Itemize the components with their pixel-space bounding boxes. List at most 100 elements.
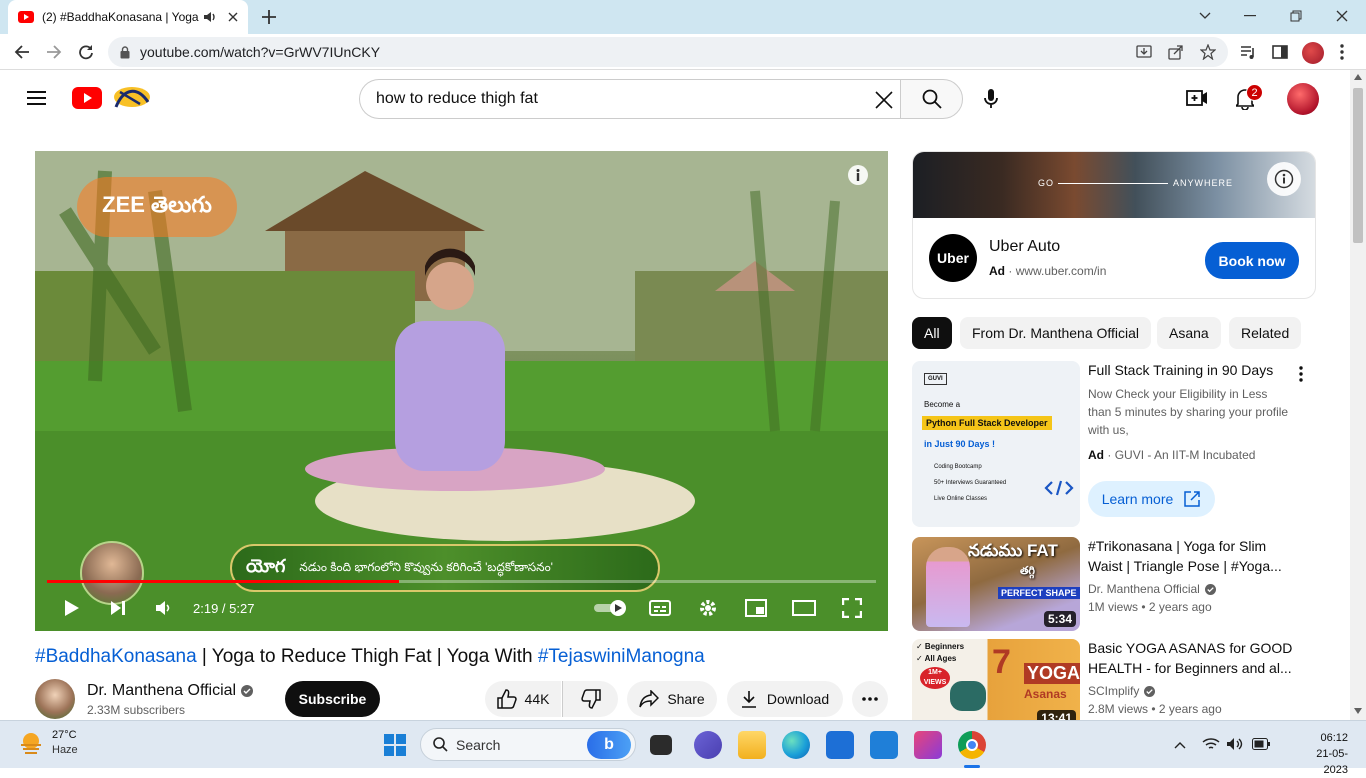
theater-mode-icon[interactable] [791, 597, 817, 619]
companion-ad-card[interactable]: GO ANYWHERE Uber Uber Auto Ad · www.uber… [912, 151, 1316, 299]
channel-avatar[interactable] [35, 679, 75, 719]
task-view-icon[interactable] [650, 735, 672, 755]
close-window-button[interactable] [1330, 6, 1354, 26]
side-panel-icon[interactable] [1272, 44, 1288, 60]
new-tab-button[interactable] [260, 8, 278, 26]
share-page-icon[interactable] [1168, 44, 1184, 60]
video-thumbnail-yoga-asanas[interactable]: ✓ Beginners ✓ All Ages 1M+ VIEWS 7 YOGA … [912, 639, 1080, 720]
install-app-icon[interactable] [1136, 44, 1152, 60]
create-video-icon[interactable] [1186, 90, 1208, 106]
thumb-band-text: PERFECT SHAPE [998, 587, 1080, 599]
thumb-line-become: Become a [924, 400, 961, 409]
clock[interactable]: 06:12 21-05-2023 [1296, 730, 1348, 778]
subscriber-count: 2.33M subscribers [87, 703, 186, 717]
ad-url: www.uber.com/in [1015, 264, 1107, 278]
sponsored-title[interactable]: Full Stack Training in 90 Days [1088, 360, 1288, 380]
restore-button[interactable] [1284, 6, 1308, 26]
thumb-check-all-ages: ✓ All Ages [916, 654, 957, 663]
weather-widget[interactable]: 27°C Haze [18, 728, 78, 758]
ad-banner-line [1058, 183, 1168, 184]
thumb-check-beginners: ✓ Beginners [916, 642, 965, 651]
scroll-down-arrow-icon[interactable] [1354, 708, 1362, 714]
video-info-icon[interactable] [848, 165, 868, 185]
teams-chat-icon[interactable] [694, 731, 722, 759]
edge-browser-icon[interactable] [782, 731, 810, 759]
file-explorer-icon[interactable] [738, 731, 766, 759]
profile-avatar[interactable] [1302, 42, 1324, 64]
voice-search-icon[interactable] [984, 89, 998, 109]
video-player[interactable]: ZEE తెలుగు యోగ నడుం కింది భాగంలోని కొవ్వ… [35, 151, 888, 631]
wifi-icon[interactable] [1202, 737, 1220, 751]
back-icon[interactable] [14, 44, 30, 60]
like-count: 44K [524, 691, 550, 707]
scrollbar-thumb[interactable] [1353, 88, 1363, 243]
forward-icon[interactable] [46, 44, 62, 60]
sponsored-menu-icon[interactable] [1299, 366, 1303, 382]
advertiser-logo-text: Uber [937, 250, 969, 266]
youtube-logo-icon[interactable] [72, 87, 102, 109]
video-thumbnail-trikonasana[interactable]: నడుము FAT తగ్గి PERFECT SHAPE 5:34 [912, 537, 1080, 631]
share-button[interactable]: Share [627, 681, 717, 717]
tab-audio-icon[interactable] [204, 11, 218, 23]
tab-close-icon[interactable] [228, 12, 238, 22]
start-button[interactable] [384, 734, 406, 756]
search-button[interactable] [900, 79, 963, 119]
rec-channel-yoga-asanas[interactable]: SCImplify [1088, 682, 1156, 700]
browser-tab[interactable]: (2) #BaddhaKonasana | Yoga [8, 0, 248, 34]
hashtag-baddhakonasana[interactable]: #BaddhaKonasana [35, 646, 197, 667]
miniplayer-icon[interactable] [744, 597, 768, 619]
sponsored-thumbnail[interactable]: GUVI Become a Python Full Stack Develope… [912, 361, 1080, 527]
progress-bar[interactable] [47, 580, 876, 583]
store-icon[interactable] [826, 731, 854, 759]
youtube-doodle-icon[interactable] [110, 82, 154, 112]
guide-menu-icon[interactable] [27, 90, 46, 106]
rec-dot: • [1141, 600, 1149, 614]
learn-more-button[interactable]: Learn more [1088, 481, 1215, 517]
media-control-icon[interactable] [1240, 44, 1256, 60]
chip-all[interactable]: All [912, 317, 952, 349]
tab-search-chevron-icon[interactable] [1193, 6, 1217, 26]
ad-info-icon[interactable] [1267, 162, 1301, 196]
fullscreen-icon[interactable] [841, 597, 863, 619]
autoplay-toggle[interactable] [593, 597, 629, 619]
show-hidden-icons-chevron[interactable] [1174, 741, 1186, 749]
dislike-button[interactable] [562, 681, 618, 717]
clear-search-icon[interactable] [875, 91, 893, 109]
settings-gear-icon[interactable] [696, 597, 720, 619]
next-button[interactable] [107, 597, 129, 619]
subscribe-button[interactable]: Subscribe [285, 681, 380, 717]
rec-title-trikonasana[interactable]: #Trikonasana | Yoga for Slim Waist | Tri… [1088, 536, 1298, 576]
more-actions-button[interactable] [852, 681, 888, 717]
chip-asana[interactable]: Asana [1157, 317, 1221, 349]
play-button[interactable] [61, 597, 83, 619]
chrome-icon[interactable] [958, 731, 986, 759]
scroll-up-arrow-icon[interactable] [1354, 74, 1362, 80]
account-avatar[interactable] [1287, 83, 1319, 115]
snipping-tool-icon[interactable] [914, 731, 942, 759]
search-input[interactable]: how to reduce thigh fat [359, 79, 901, 119]
channel-name[interactable]: Dr. Manthena Official [87, 682, 254, 700]
bookmark-star-icon[interactable] [1200, 44, 1216, 60]
reload-icon[interactable] [78, 44, 94, 60]
page-scrollbar[interactable] [1350, 70, 1366, 720]
volume-icon[interactable] [153, 597, 175, 619]
lock-icon[interactable] [120, 45, 130, 59]
mail-icon[interactable] [870, 731, 898, 759]
chip-from-channel[interactable]: From Dr. Manthena Official [960, 317, 1152, 349]
battery-icon[interactable] [1252, 738, 1270, 750]
speaker-icon[interactable] [1226, 737, 1244, 751]
minimize-button[interactable] [1238, 6, 1262, 26]
like-button[interactable]: 44K [485, 681, 561, 717]
taskbar-search-box[interactable]: Search b [420, 728, 636, 761]
book-now-button[interactable]: Book now [1205, 242, 1299, 279]
haze-sun-icon [18, 730, 44, 756]
hashtag-tejaswinimanogna[interactable]: #TejaswiniManogna [538, 646, 705, 667]
taskbar-search-label: Search [456, 736, 501, 753]
rec-title-yoga-asanas[interactable]: Basic YOGA ASANAS for GOOD HEALTH - for … [1088, 638, 1298, 678]
browser-menu-icon[interactable] [1340, 44, 1344, 60]
chip-related[interactable]: Related [1229, 317, 1302, 349]
subtitles-icon[interactable] [648, 597, 672, 619]
address-bar[interactable]: youtube.com/watch?v=GrWV7IUnCKY [108, 37, 1228, 67]
download-button[interactable]: Download [727, 681, 843, 717]
rec-channel-trikonasana[interactable]: Dr. Manthena Official [1088, 580, 1216, 598]
